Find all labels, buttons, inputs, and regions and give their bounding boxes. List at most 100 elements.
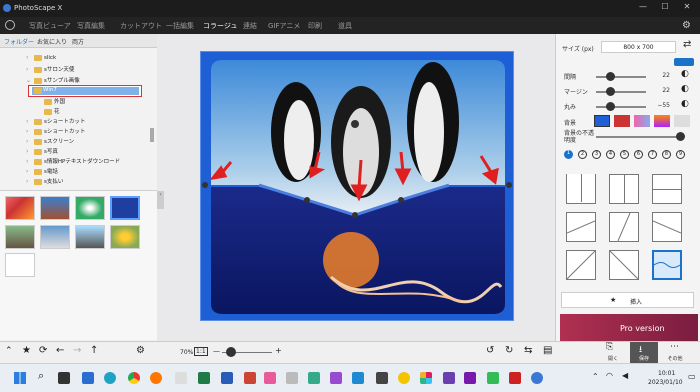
- rotate-right-icon[interactable]: ↻: [505, 345, 513, 356]
- margin-slider-knob[interactable]: [606, 87, 615, 96]
- zoom-in-button[interactable]: +: [275, 346, 282, 355]
- windows-start-icon[interactable]: [14, 372, 26, 384]
- bg-swatch-pattern[interactable]: [614, 115, 630, 127]
- rotate-left-icon[interactable]: ↺: [486, 345, 494, 356]
- reset-icon[interactable]: ◐: [681, 84, 689, 94]
- thumbnail[interactable]: [5, 225, 35, 249]
- excel-icon[interactable]: [198, 372, 210, 384]
- tree-item[interactable]: › s支払い: [26, 177, 63, 187]
- round-slider[interactable]: [596, 106, 646, 108]
- back-icon[interactable]: ←: [56, 345, 64, 356]
- volume-icon[interactable]: ◀: [622, 371, 628, 380]
- layout-option[interactable]: [609, 212, 639, 242]
- size-value[interactable]: 800 x 700: [601, 41, 676, 53]
- layout-option[interactable]: [566, 174, 596, 204]
- ratio-button[interactable]: 1:1: [194, 347, 208, 356]
- thumbnail[interactable]: [110, 225, 140, 249]
- zoom-slider-knob[interactable]: [226, 347, 236, 357]
- gear-icon[interactable]: ⚙: [682, 20, 691, 31]
- layout-option[interactable]: [566, 212, 596, 242]
- tree-item[interactable]: 花: [44, 107, 60, 117]
- margin-slider[interactable]: [596, 91, 646, 93]
- split-icon[interactable]: ▤: [543, 345, 552, 356]
- app-icon[interactable]: [398, 372, 410, 384]
- round-value[interactable]: −55: [640, 102, 670, 109]
- tree-scrollbar[interactable]: [150, 128, 154, 142]
- page-1[interactable]: 1: [564, 150, 573, 159]
- page-4[interactable]: 4: [606, 150, 615, 159]
- tab-folders[interactable]: フォルダー: [4, 37, 34, 46]
- tree-item[interactable]: › sスクリーン: [26, 137, 74, 147]
- app-icon[interactable]: [443, 372, 455, 384]
- layout-option[interactable]: [652, 212, 682, 242]
- forward-icon[interactable]: →: [73, 345, 81, 356]
- minimize-button[interactable]: —: [636, 2, 650, 14]
- thumbnail[interactable]: [110, 196, 140, 220]
- page-8[interactable]: 8: [662, 150, 671, 159]
- app-icon[interactable]: [175, 372, 187, 384]
- onenote-icon[interactable]: [464, 372, 476, 384]
- spacing-slider-knob[interactable]: [606, 72, 615, 81]
- unit-toggle[interactable]: [674, 58, 694, 66]
- home-icon[interactable]: [5, 20, 15, 30]
- page-7[interactable]: 7: [648, 150, 657, 159]
- page-3[interactable]: 3: [592, 150, 601, 159]
- page-6[interactable]: 6: [634, 150, 643, 159]
- app-icon[interactable]: [376, 372, 388, 384]
- menu-item-tools[interactable]: 道具: [338, 21, 352, 31]
- collage-canvas[interactable]: [200, 51, 514, 321]
- zoom-out-button[interactable]: —: [213, 347, 220, 355]
- tree-item[interactable]: › sサロン天使: [26, 65, 74, 75]
- more-button[interactable]: その他: [664, 355, 686, 362]
- bg-opacity-slider-knob[interactable]: [676, 132, 685, 141]
- tree-item[interactable]: › s電話: [26, 167, 58, 177]
- slack-icon[interactable]: [420, 372, 432, 384]
- layout-option[interactable]: [609, 174, 639, 204]
- app-icon[interactable]: [308, 372, 320, 384]
- clock-time[interactable]: 10:01: [658, 370, 675, 377]
- page-2[interactable]: 2: [578, 150, 587, 159]
- tree-item[interactable]: › s写真: [26, 147, 58, 157]
- spacing-slider[interactable]: [596, 76, 646, 78]
- layout-option[interactable]: [566, 250, 596, 280]
- page-5[interactable]: 5: [620, 150, 629, 159]
- tree-item-selected[interactable]: Win7: [28, 85, 142, 97]
- wifi-icon[interactable]: ◠: [606, 371, 613, 380]
- bg-swatch-gradient[interactable]: [634, 115, 650, 127]
- menu-item-collage[interactable]: コラージュ: [203, 21, 237, 31]
- app-icon[interactable]: [264, 372, 276, 384]
- save-button[interactable]: ⭳ 保存: [630, 342, 658, 363]
- chrome-icon[interactable]: [128, 372, 140, 384]
- reset-icon[interactable]: ◐: [681, 99, 689, 109]
- refresh-icon[interactable]: ⟳: [39, 345, 47, 356]
- menu-item-combine[interactable]: 連結: [243, 21, 257, 31]
- thumbnail[interactable]: [75, 225, 105, 249]
- menu-item-print[interactable]: 印刷: [308, 21, 322, 31]
- round-slider-knob[interactable]: [606, 102, 615, 111]
- bg-swatch-blue[interactable]: [594, 115, 610, 127]
- swap-icon[interactable]: ⇄: [683, 39, 691, 50]
- layout-option[interactable]: [609, 250, 639, 280]
- thumbnail[interactable]: [75, 196, 105, 220]
- up-icon[interactable]: ⌃: [5, 346, 13, 356]
- page-9[interactable]: 9: [676, 150, 685, 159]
- bg-swatch-image[interactable]: [654, 115, 670, 127]
- bg-swatch-transparent[interactable]: [674, 115, 690, 127]
- app-icon[interactable]: [487, 372, 499, 384]
- photoscape-icon[interactable]: [531, 372, 543, 384]
- tree-item[interactable]: 外国: [44, 97, 65, 107]
- gear-icon[interactable]: ⚙: [136, 345, 145, 356]
- more-icon[interactable]: ⋯: [670, 342, 679, 352]
- thumbnail[interactable]: [5, 253, 35, 277]
- margin-value[interactable]: 22: [640, 87, 670, 94]
- close-button[interactable]: ✕: [680, 2, 694, 14]
- menu-item-cutout[interactable]: カットアウト: [120, 21, 162, 31]
- open-button[interactable]: 開く: [603, 355, 623, 362]
- layout-option-selected[interactable]: [652, 250, 682, 280]
- app-icon[interactable]: [244, 372, 256, 384]
- tab-favorites[interactable]: お気に入り: [37, 37, 67, 46]
- parent-folder-icon[interactable]: ↑: [90, 345, 98, 356]
- pro-banner[interactable]: Pro version: [560, 314, 698, 341]
- tree-item[interactable]: › s情報HPテキストダウンロード: [26, 157, 120, 167]
- edge-icon[interactable]: [104, 372, 116, 384]
